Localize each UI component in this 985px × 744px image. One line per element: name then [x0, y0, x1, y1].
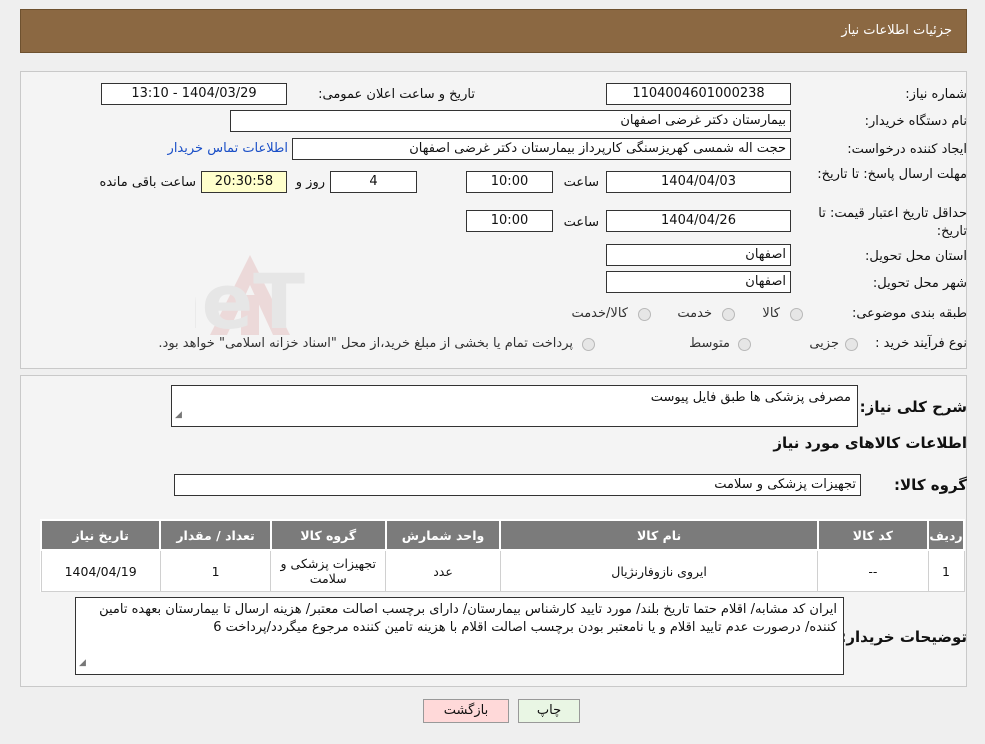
remaining-label: ساعت باقی مانده [99, 175, 196, 190]
buyer-notes-text: ایران کد مشابه/ اقلام حتما تاریخ بلند/ م… [99, 602, 837, 635]
days-label: روز و [295, 175, 325, 190]
announce-label: تاریخ و ساعت اعلان عمومی: [318, 87, 475, 102]
back-button[interactable]: بازگشت [423, 699, 509, 723]
buyer-org-label: نام دستگاه خریدار: [864, 114, 967, 129]
creator-label: ایجاد کننده درخواست: [847, 142, 967, 157]
min-validity-label: حداقل تاریخ اعتبار قیمت: تا تاریخ: [807, 205, 967, 241]
page-title: جزئیات اطلاعات نیاز [841, 23, 952, 38]
city-field: اصفهان [606, 271, 791, 293]
announce-field: 1404/03/29 - 13:10 [101, 83, 287, 105]
process-label: نوع فرآیند خرید : [875, 336, 967, 351]
col-row-number: ردیف [927, 519, 965, 551]
summary-label: شرح کلی نیاز: [859, 398, 967, 416]
buyer-notes-label: توضیحات خریدار: [840, 628, 967, 646]
buyer-org-field: بیمارستان دکتر غرضی اصفهان [230, 110, 791, 132]
remaining-time-field: 20:30:58 [201, 171, 287, 193]
min-validity-label-text: حداقل تاریخ اعتبار قیمت: تا تاریخ: [818, 206, 967, 239]
category-option-goods-service: کالا/خدمت [571, 306, 628, 321]
page-header: جزئیات اطلاعات نیاز [20, 9, 967, 53]
process-option-minor: جزیی [809, 336, 839, 351]
validity-date-field: 1404/04/26 [606, 210, 791, 232]
city-label: شهر محل تحویل: [872, 276, 967, 291]
validity-time-field: 10:00 [466, 210, 553, 232]
goods-table: ردیف کد کالا نام کالا واحد شمارش گروه کا… [39, 519, 965, 592]
col-goods-group: گروه کالا [269, 519, 387, 551]
deadline-time-label: ساعت [563, 175, 599, 190]
deadline-time-field: 10:00 [466, 171, 553, 193]
province-label: استان محل تحویل: [865, 249, 967, 264]
category-radio-service[interactable] [722, 308, 735, 321]
cell-goods-code: -- [817, 549, 929, 592]
cell-goods-group: تجهیزات پزشکی و سلامت [270, 549, 387, 592]
deadline-label-text: مهلت ارسال پاسخ: تا تاریخ: [817, 167, 967, 182]
deadline-date-field: 1404/04/03 [606, 171, 791, 193]
goods-table-header-row: ردیف کد کالا نام کالا واحد شمارش گروه کا… [39, 519, 965, 551]
col-goods-name: نام کالا [499, 519, 819, 551]
category-label: طبقه بندی موضوعی: [851, 306, 967, 321]
payment-note: پرداخت تمام یا بخشی از مبلغ خرید،از محل … [158, 336, 573, 351]
table-row: 1 -- ایروی نازوفارنژیال عدد تجهیزات پزشک… [40, 549, 965, 592]
buyer-contact-link[interactable]: اطلاعات تماس خریدار [168, 141, 288, 156]
creator-field: حجت اله شمسی کهریزسنگی کارپرداز بیمارستا… [292, 138, 791, 160]
category-option-service: خدمت [677, 306, 712, 321]
cell-row-number: 1 [927, 549, 965, 592]
category-option-goods: کالا [762, 306, 780, 321]
resize-grip-icon[interactable]: ◢ [175, 406, 182, 424]
process-radio-minor[interactable] [845, 338, 858, 351]
summary-field: مصرفی پزشکی ها طبق فایل پیوست ◢ [171, 385, 858, 427]
payment-radio[interactable] [582, 338, 595, 351]
need-number-label: شماره نیاز: [905, 87, 967, 102]
goods-group-label: گروه کالا: [894, 476, 967, 494]
category-radio-goods[interactable] [790, 308, 803, 321]
print-button[interactable]: چاپ [518, 699, 580, 723]
days-field: 4 [330, 171, 417, 193]
col-unit: واحد شمارش [384, 519, 502, 551]
col-quantity: تعداد / مقدار [159, 519, 272, 551]
need-number-field: 1104004601000238 [606, 83, 791, 105]
process-option-medium: متوسط [689, 336, 730, 351]
col-goods-code: کد کالا [816, 519, 930, 551]
validity-time-label: ساعت [563, 215, 599, 230]
cell-quantity: 1 [159, 549, 272, 592]
buyer-notes-field: ایران کد مشابه/ اقلام حتما تاریخ بلند/ م… [75, 597, 844, 675]
province-field: اصفهان [606, 244, 791, 266]
goods-info-title: اطلاعات کالاهای مورد نیاز [773, 434, 967, 452]
cell-need-date: 1404/04/19 [40, 549, 161, 592]
process-radio-medium[interactable] [738, 338, 751, 351]
resize-grip-icon[interactable]: ◢ [79, 654, 86, 672]
summary-text: مصرفی پزشکی ها طبق فایل پیوست [650, 390, 851, 405]
col-need-date: تاریخ نیاز [39, 519, 162, 551]
cell-goods-name: ایروی نازوفارنژیال [499, 549, 819, 592]
deadline-label: مهلت ارسال پاسخ: تا تاریخ: [817, 166, 967, 184]
category-radio-goods-service[interactable] [638, 308, 651, 321]
goods-group-field: تجهیزات پزشکی و سلامت [174, 474, 861, 496]
cell-unit: عدد [385, 549, 501, 592]
